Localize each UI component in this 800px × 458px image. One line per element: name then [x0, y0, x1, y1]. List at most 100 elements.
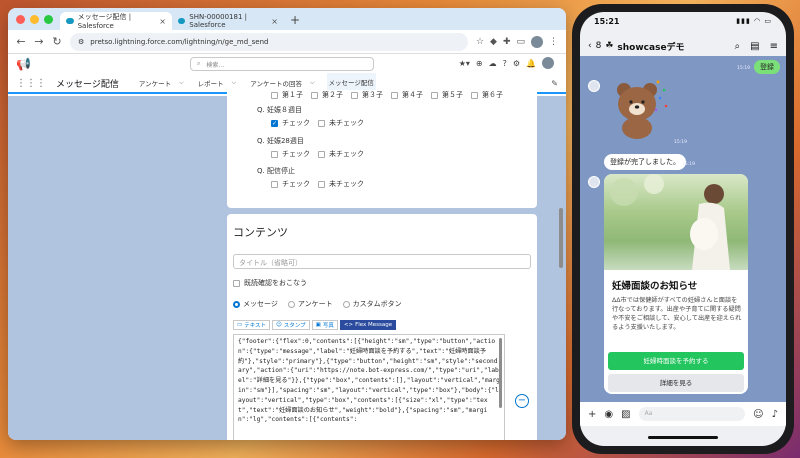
- tab-text[interactable]: ▭ テキスト: [233, 320, 271, 330]
- message-input[interactable]: Aa: [638, 407, 746, 421]
- radio-label: アンケート: [297, 300, 333, 308]
- browser-window: メッセージ配信 | Salesforce × SHN-00000181 | Sa…: [8, 8, 566, 440]
- back-icon[interactable]: ←: [16, 35, 26, 48]
- nav-item-survey[interactable]: アンケート ⌵: [137, 73, 186, 93]
- radio-icon[interactable]: [342, 300, 350, 308]
- flex-title: 妊婦面談のお知らせ: [612, 281, 698, 292]
- add-icon[interactable]: ⊕: [476, 59, 483, 68]
- chevron-down-icon[interactable]: ⌵: [310, 79, 315, 87]
- sent-message[interactable]: 登録: [754, 60, 780, 74]
- reserve-interview-button[interactable]: 妊婦時面談を予約する: [608, 352, 744, 370]
- help-icon[interactable]: ?: [503, 59, 507, 68]
- flex-json-textarea[interactable]: {"footer":{"flex":0,"contents":[{"height…: [233, 334, 505, 440]
- bot-avatar[interactable]: [588, 176, 600, 188]
- chevron-down-icon[interactable]: ⌵: [232, 79, 237, 87]
- close-icon[interactable]: ×: [271, 17, 278, 26]
- plus-icon[interactable]: +: [588, 409, 596, 420]
- notes-icon[interactable]: ▤: [750, 41, 759, 52]
- checkbox-child-3[interactable]: 第３子: [351, 90, 383, 100]
- menu-icon[interactable]: ≡: [770, 41, 778, 52]
- radio-selected-icon[interactable]: [233, 300, 240, 308]
- radio-icon[interactable]: [287, 300, 295, 308]
- checkbox[interactable]: [391, 91, 398, 99]
- gear-icon[interactable]: ⚙: [513, 59, 520, 68]
- tab-stamp[interactable]: ☺ スタンプ: [272, 320, 310, 330]
- tab-flex-message[interactable]: <> Flex Message: [339, 320, 397, 330]
- emoji-icon[interactable]: ☺: [753, 409, 763, 420]
- close-icon[interactable]: ×: [159, 17, 166, 26]
- checkbox[interactable]: [318, 150, 325, 158]
- tab-photo[interactable]: ▣ 写真: [311, 320, 338, 330]
- cloud-icon[interactable]: ☁: [489, 59, 497, 68]
- remove-content-button[interactable]: −: [515, 394, 529, 408]
- reload-icon[interactable]: ↻: [52, 35, 62, 48]
- bot-avatar[interactable]: [588, 80, 600, 92]
- search-icon[interactable]: ⌕: [735, 41, 741, 52]
- edit-nav-icon[interactable]: ✎: [551, 79, 558, 88]
- checkbox-q1-unchecked[interactable]: 未チェック: [318, 118, 364, 128]
- browser-toolbar: ☆ ◆ ✚ ▭ ⋮: [476, 35, 558, 48]
- bear-sticker-icon[interactable]: [610, 76, 670, 140]
- checkbox[interactable]: [271, 91, 278, 99]
- received-message[interactable]: 登録が完了しました。: [604, 154, 686, 170]
- checkbox-q1-checked[interactable]: ✓ チェック: [271, 118, 310, 128]
- checkbox-child-1[interactable]: 第１子: [271, 90, 303, 100]
- checkbox[interactable]: [271, 150, 278, 158]
- checkbox[interactable]: [318, 119, 325, 127]
- radio-message[interactable]: メッセージ: [233, 299, 278, 309]
- checkbox[interactable]: [351, 91, 358, 99]
- page-scrollbar[interactable]: [559, 208, 563, 268]
- browser-tab-message[interactable]: メッセージ配信 | Salesforce ×: [60, 12, 172, 30]
- extension-icon[interactable]: ◆: [490, 37, 497, 47]
- checkbox[interactable]: [271, 180, 278, 188]
- checkbox-child-6[interactable]: 第６子: [471, 90, 503, 100]
- read-confirm-checkbox[interactable]: 既読確認をおこなう: [233, 278, 307, 288]
- camera-icon[interactable]: ◉: [604, 409, 613, 420]
- radio-survey[interactable]: アンケート: [287, 299, 333, 309]
- view-details-button[interactable]: 詳細を見る: [608, 374, 744, 392]
- radio-custom-button[interactable]: カスタムボタン: [342, 299, 402, 309]
- checkbox-q2-unchecked[interactable]: 未チェック: [318, 149, 364, 159]
- site-info-icon[interactable]: ⚙: [78, 38, 84, 46]
- new-tab-button[interactable]: +: [284, 13, 306, 30]
- star-icon[interactable]: ☆: [476, 37, 484, 47]
- favorites-icon[interactable]: ★▾: [459, 59, 470, 68]
- checkbox-q3-unchecked[interactable]: 未チェック: [318, 179, 364, 189]
- checkbox-q3-checked[interactable]: チェック: [271, 179, 310, 189]
- image-icon[interactable]: ▨: [621, 409, 630, 420]
- tab-label: テキスト: [244, 323, 267, 329]
- minimize-window-button[interactable]: [30, 15, 39, 24]
- global-search-input[interactable]: ⌕ 検索...: [190, 57, 374, 71]
- browser-tab-record[interactable]: SHN-00000181 | Salesforce ×: [172, 12, 284, 30]
- checkbox-q2-checked[interactable]: チェック: [271, 149, 310, 159]
- home-indicator[interactable]: [648, 436, 718, 439]
- hero-image[interactable]: [604, 174, 748, 270]
- checkbox-child-4[interactable]: 第４子: [391, 90, 423, 100]
- megaphone-logo-icon[interactable]: 📢: [16, 57, 31, 71]
- bell-icon[interactable]: 🔔: [526, 59, 536, 68]
- title-input[interactable]: タイトル（省略可）: [233, 254, 531, 269]
- url-field[interactable]: ⚙ pretso.lightning.force.com/lightning/n…: [70, 32, 468, 51]
- puzzle-icon[interactable]: ✚: [503, 37, 511, 47]
- checkbox[interactable]: [233, 279, 240, 287]
- profile-avatar[interactable]: [531, 35, 543, 48]
- textarea-scrollbar[interactable]: [499, 338, 502, 408]
- chevron-down-icon[interactable]: ⌵: [179, 79, 184, 87]
- checkbox-child-5[interactable]: 第５子: [431, 90, 463, 100]
- checkbox[interactable]: [431, 91, 438, 99]
- sidebar-icon[interactable]: ▭: [516, 37, 525, 47]
- forward-icon[interactable]: →: [34, 35, 44, 48]
- zoom-window-button[interactable]: [44, 15, 53, 24]
- close-window-button[interactable]: [16, 15, 25, 24]
- checkbox[interactable]: [471, 91, 478, 99]
- checkbox[interactable]: [318, 180, 325, 188]
- unread-count[interactable]: 8: [596, 41, 602, 51]
- checked-icon[interactable]: ✓: [271, 119, 278, 127]
- checkbox[interactable]: [311, 91, 318, 99]
- app-launcher-icon[interactable]: ⋮⋮⋮: [16, 78, 46, 89]
- user-avatar[interactable]: [542, 57, 554, 69]
- checkbox-child-2[interactable]: 第２子: [311, 90, 343, 100]
- back-icon[interactable]: ‹: [588, 41, 592, 51]
- microphone-icon[interactable]: ♪: [772, 409, 778, 420]
- more-icon[interactable]: ⋮: [549, 37, 558, 47]
